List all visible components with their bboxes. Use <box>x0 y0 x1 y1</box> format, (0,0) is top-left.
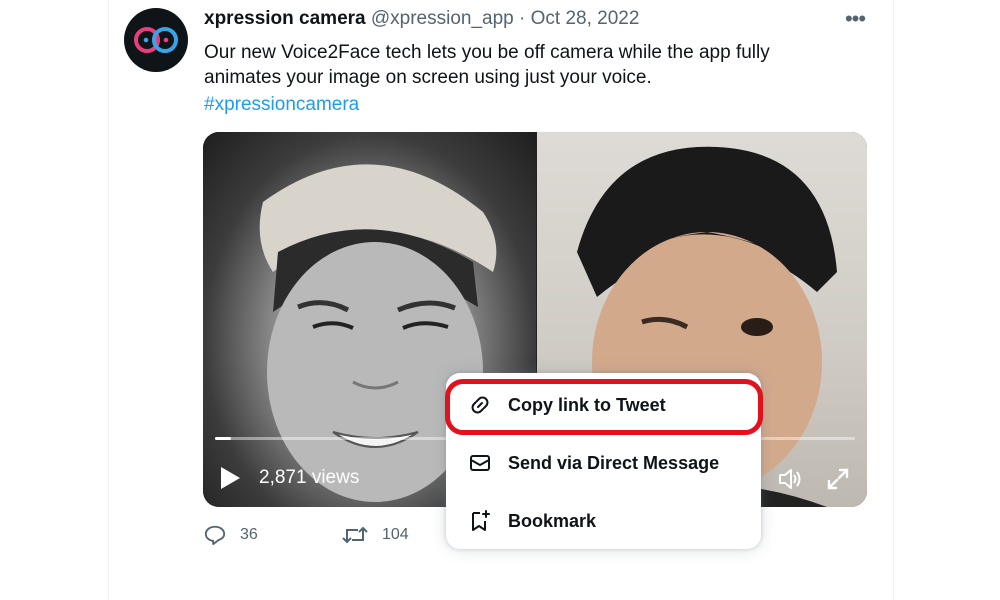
play-icon[interactable] <box>217 465 243 491</box>
view-count: 2,871 views <box>259 467 360 488</box>
retweet-count: 104 <box>382 526 409 543</box>
retweet-icon <box>342 526 368 544</box>
fullscreen-icon[interactable] <box>825 466 851 492</box>
copy-link-label: Copy link to Tweet <box>508 394 666 415</box>
send-dm-menu-item[interactable]: Send via Direct Message <box>446 435 761 491</box>
reply-button[interactable]: 36 <box>204 524 258 546</box>
author-name[interactable]: xpression camera <box>204 8 366 29</box>
tweet-header: xpression camera @xpression_app · Oct 28… <box>204 8 639 30</box>
xpression-logo-icon <box>134 27 178 53</box>
hashtag-link[interactable]: #xpressioncamera <box>204 92 844 117</box>
retweet-button[interactable]: 104 <box>342 524 409 546</box>
tweet-text: Our new Voice2Face tech lets you be off … <box>204 40 844 117</box>
link-icon <box>471 396 489 414</box>
share-menu: Copy link to Tweet Send via Direct Messa… <box>446 373 761 549</box>
author-handle[interactable]: @xpression_app <box>371 8 514 29</box>
header-separator: · <box>519 8 526 29</box>
send-dm-label: Send via Direct Message <box>508 452 720 473</box>
bookmark-label: Bookmark <box>508 510 597 531</box>
more-horizontal-icon[interactable]: ••• <box>840 4 870 34</box>
author-avatar[interactable] <box>124 8 188 72</box>
mail-icon <box>470 455 490 471</box>
copy-link-menu-item[interactable]: Copy link to Tweet <box>446 377 761 433</box>
volume-icon[interactable] <box>777 466 803 492</box>
tweet-date[interactable]: Oct 28, 2022 <box>531 8 640 29</box>
bookmark-add-icon <box>472 510 490 531</box>
reply-icon <box>204 525 226 546</box>
reply-count: 36 <box>240 526 258 543</box>
bookmark-menu-item[interactable]: Bookmark <box>446 493 761 549</box>
tweet-body: Our new Voice2Face tech lets you be off … <box>204 42 770 88</box>
video-progress-fill <box>215 437 231 440</box>
